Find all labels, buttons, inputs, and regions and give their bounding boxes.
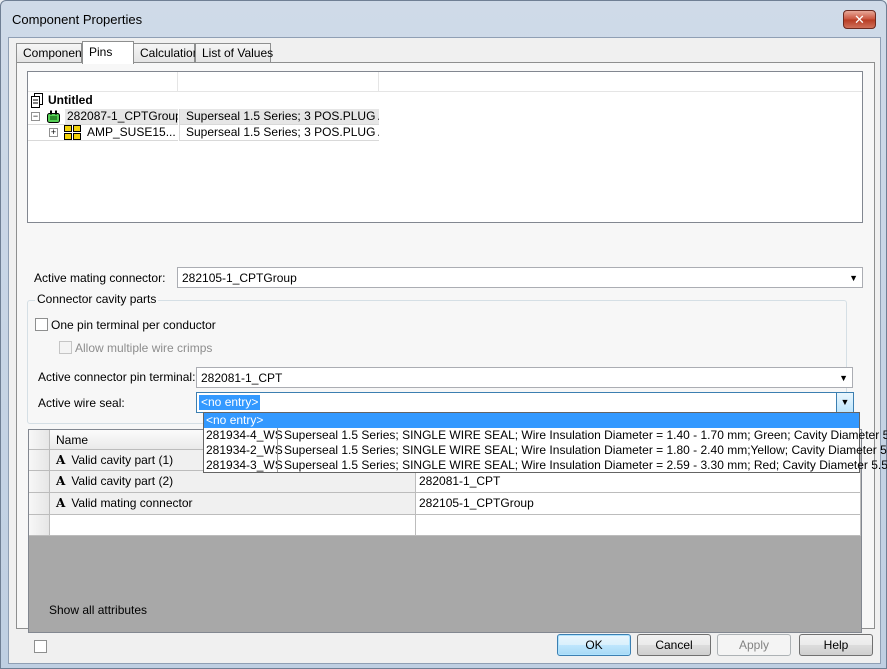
tree-root-row[interactable]: Untitled <box>28 93 379 109</box>
tree-row-name: AMP_SUSE15... <box>87 125 176 139</box>
attribute-name: Valid cavity part (1) <box>71 453 174 467</box>
tab-calculation-label: Calculation <box>140 46 200 60</box>
attribute-icon: A <box>56 453 66 467</box>
show-all-attributes-label: Show all attributes <box>49 603 148 617</box>
attribute-name: Valid cavity part (2) <box>71 474 174 488</box>
cancel-button[interactable]: Cancel <box>637 634 711 656</box>
grid-corner[interactable] <box>29 430 50 450</box>
ok-button[interactable]: OK <box>557 634 631 656</box>
tab-list-of-values[interactable]: List of Values <box>195 43 274 63</box>
one-pin-terminal-label: One pin terminal per conductor <box>51 318 216 332</box>
group-title: Connector cavity parts <box>35 292 159 306</box>
option-key: 281934-3_WS <box>206 458 283 472</box>
apply-button[interactable]: Apply <box>717 634 791 656</box>
tree-row[interactable]: − 282087-1_CPTGroup Superseal 1.5 Series… <box>28 109 379 125</box>
row-header[interactable] <box>29 515 50 536</box>
title-bar: Component Properties ✕ <box>1 1 886 37</box>
attribute-icon: A <box>56 496 66 510</box>
one-pin-terminal-checkbox[interactable] <box>35 318 48 331</box>
pin-terminal-label: Active connector pin terminal: <box>38 370 196 384</box>
row-header[interactable] <box>29 471 50 493</box>
tab-component-label: Component <box>23 46 86 60</box>
tree-row[interactable]: + AMP_SUSE15... Superseal 1.5 Series; 3 … <box>28 125 379 141</box>
active-mating-connector-select[interactable]: 282105-1_CPTGroup ▼ <box>177 267 863 288</box>
wire-seal-dropdown-list: <no entry> 281934-4_WS Superseal 1.5 Seri… <box>203 412 887 473</box>
component-properties-window: Component Properties ✕ Component Pins Ca… <box>0 0 887 669</box>
show-all-attributes-checkbox[interactable] <box>34 640 47 653</box>
grid-cell-name[interactable]: A Valid mating connector <box>50 493 416 515</box>
option-desc: Superseal 1.5 Series; SINGLE WIRE SEAL; … <box>284 428 887 442</box>
tree-row-description: Superseal 1.5 Series; 3 POS.PLUG A... <box>179 125 379 141</box>
allow-multiple-crimps-checkbox[interactable] <box>59 341 72 354</box>
dropdown-column-divider <box>277 428 278 472</box>
close-button[interactable]: ✕ <box>843 10 876 29</box>
wire-seal-value: <no entry> <box>199 395 261 410</box>
active-mating-connector-value: 282105-1_CPTGroup <box>182 271 297 285</box>
pin-terminal-select[interactable]: 282081-1_CPT ▼ <box>196 367 853 388</box>
dropdown-button[interactable]: ▼ <box>836 393 853 412</box>
grid-cell-name[interactable]: A Valid cavity part (2) <box>50 471 416 493</box>
tree-root-label: Untitled <box>48 93 93 107</box>
connector-tree[interactable]: Untitled − 282087-1_CPTGroup Superseal 1… <box>27 71 863 223</box>
tab-list-of-values-label: List of Values <box>202 46 274 60</box>
pins-tab-panel: Untitled − 282087-1_CPTGroup Superseal 1… <box>16 62 887 653</box>
wire-seal-select[interactable]: <no entry> ▼ <box>196 392 854 413</box>
chevron-down-icon: ▼ <box>849 273 858 283</box>
option-desc: Superseal 1.5 Series; SINGLE WIRE SEAL; … <box>284 458 887 472</box>
window-title: Component Properties <box>12 12 143 27</box>
grid-header-name[interactable]: Name <box>56 433 88 447</box>
option-key: <no entry> <box>206 413 264 427</box>
grid-cell-value[interactable]: 282105-1_CPTGroup <box>416 493 861 515</box>
tree-header <box>28 72 862 92</box>
dialog-client-area: Component Pins Calculation List of Value… <box>8 37 887 664</box>
allow-multiple-crimps-label: Allow multiple wire crimps <box>75 341 213 355</box>
dropdown-option[interactable]: 281934-2_WS Superseal 1.5 Series; SINGLE … <box>204 443 887 458</box>
grid-cell-empty[interactable] <box>416 515 861 536</box>
chevron-down-icon: ▼ <box>840 397 850 407</box>
chevron-down-icon: ▼ <box>839 373 848 383</box>
attribute-icon: A <box>56 474 66 488</box>
option-key: 281934-2_WS <box>206 443 283 457</box>
document-icon <box>31 93 43 108</box>
dropdown-option[interactable]: 281934-3_WS Superseal 1.5 Series; SINGLE … <box>204 458 887 473</box>
tree-header-col-description[interactable] <box>178 72 379 92</box>
dropdown-option[interactable]: <no entry> <box>204 413 859 428</box>
row-header[interactable] <box>29 450 50 471</box>
active-mating-connector-label: Active mating connector: <box>34 271 166 285</box>
grid-cell-value[interactable]: 282081-1_CPT <box>416 471 861 493</box>
tree-row-name: 282087-1_CPTGroup <box>65 109 178 124</box>
collapse-toggle[interactable]: − <box>31 112 40 121</box>
connector-group-icon <box>47 110 60 123</box>
attribute-name: Valid mating connector <box>71 496 193 510</box>
tree-header-col-name[interactable] <box>28 72 178 92</box>
tree-row-description: Superseal 1.5 Series; 3 POS.PLUG A... <box>179 109 379 125</box>
tab-pins[interactable]: Pins <box>82 41 134 64</box>
close-icon: ✕ <box>854 12 865 27</box>
grid-cell-empty[interactable] <box>50 515 416 536</box>
row-header[interactable] <box>29 493 50 515</box>
connector-pins-icon <box>64 125 81 140</box>
wire-seal-label: Active wire seal: <box>38 396 125 410</box>
tab-pins-label: Pins <box>89 45 113 59</box>
tab-component[interactable]: Component <box>16 43 86 63</box>
tab-calculation[interactable]: Calculation <box>133 43 199 63</box>
expand-toggle[interactable]: + <box>49 128 58 137</box>
option-key: 281934-4_WS <box>206 428 283 442</box>
pin-terminal-value: 282081-1_CPT <box>201 371 283 385</box>
option-desc: Superseal 1.5 Series; SINGLE WIRE SEAL; … <box>284 443 887 457</box>
help-button[interactable]: Help <box>799 634 873 656</box>
dropdown-option[interactable]: 281934-4_WS Superseal 1.5 Series; SINGLE … <box>204 428 887 443</box>
